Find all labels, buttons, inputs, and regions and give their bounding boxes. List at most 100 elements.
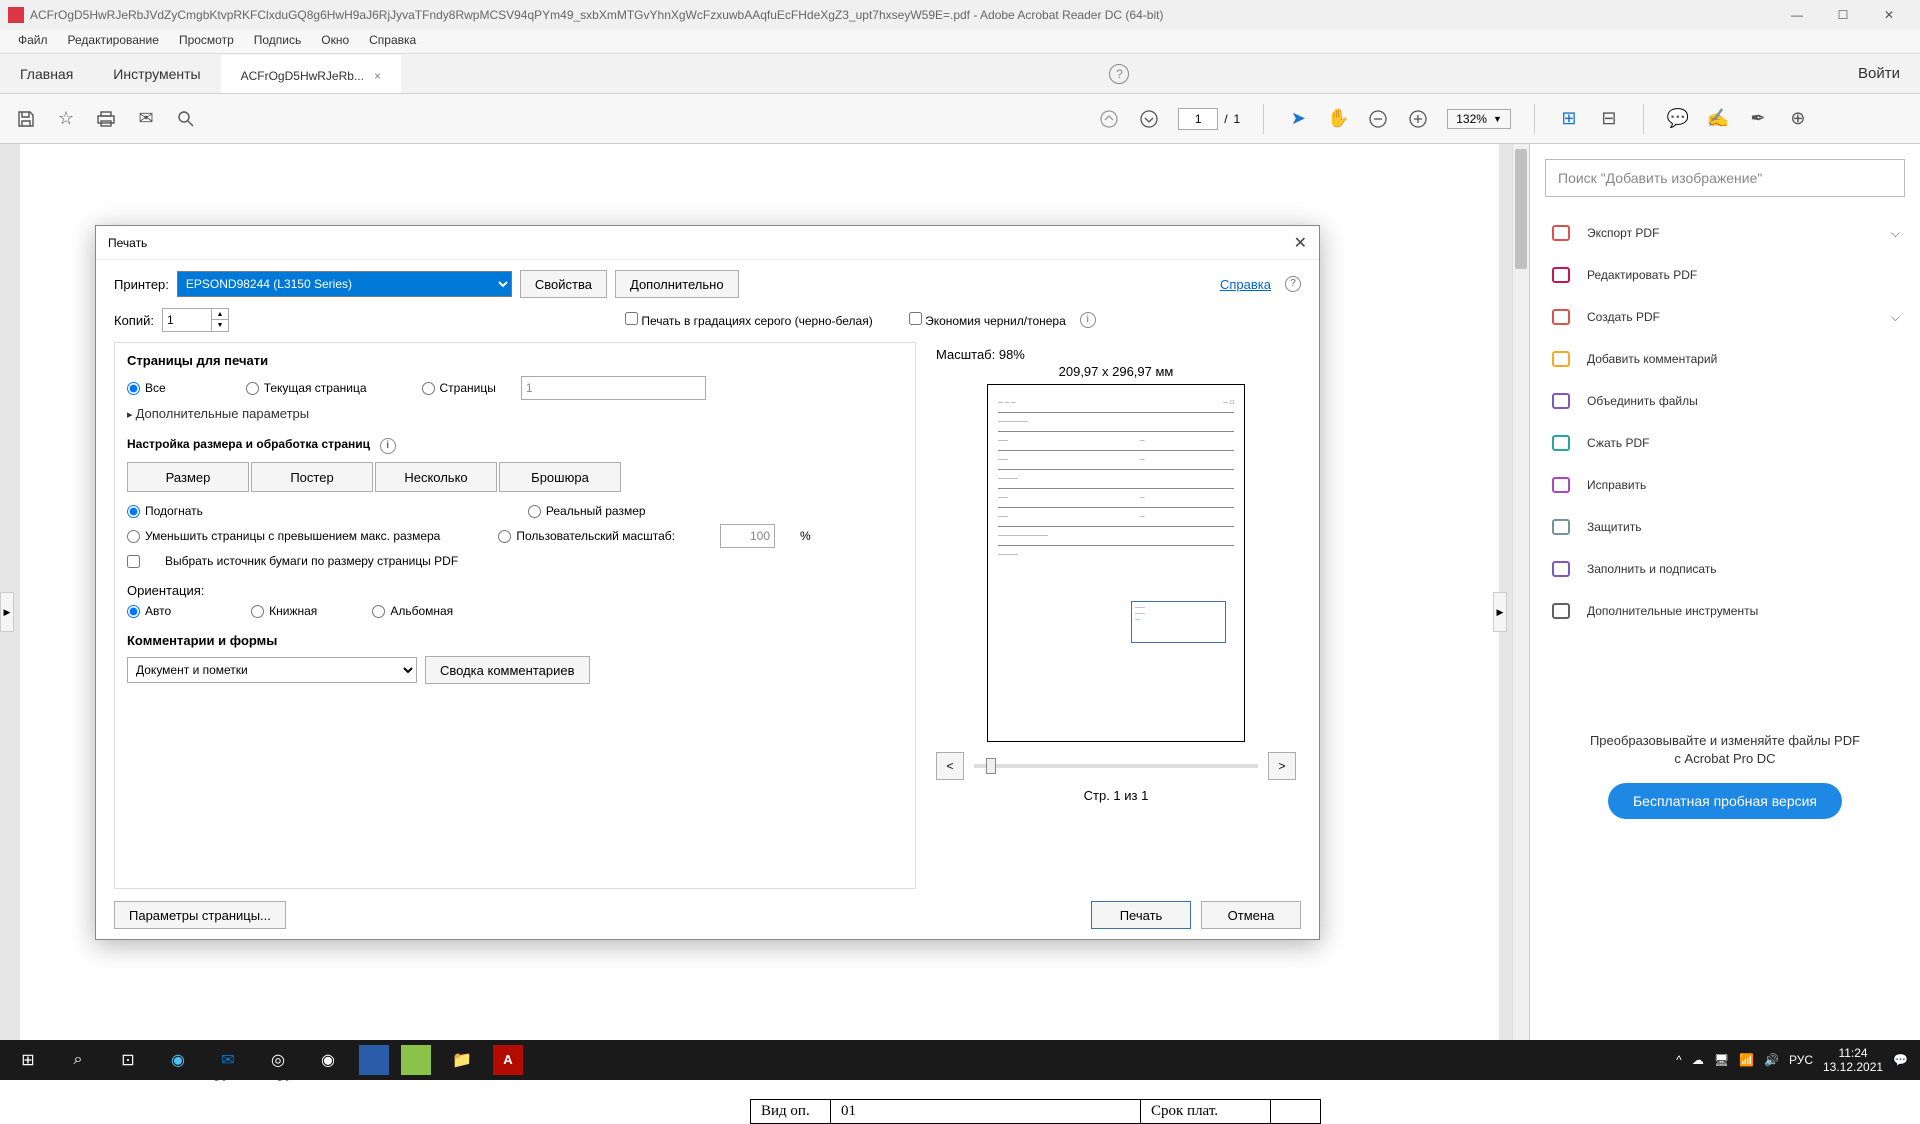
radio-custom[interactable]: Пользовательский масштаб: [498,529,675,543]
explorer-icon[interactable]: 📁 [438,1040,486,1080]
tray-wifi-icon[interactable]: 📶 [1739,1053,1754,1067]
tool-item-6[interactable]: Исправить [1545,464,1905,506]
save-icon[interactable] [15,108,37,130]
properties-button[interactable]: Свойства [520,270,607,298]
tool-item-8[interactable]: Заполнить и подписать [1545,548,1905,590]
mail-app-icon[interactable]: ✉ [204,1040,252,1080]
page-up-icon[interactable] [1098,108,1120,130]
pointer-icon[interactable]: ➤ [1287,108,1309,130]
comment-icon[interactable]: 💬 [1667,108,1689,130]
tray-up-icon[interactable]: ^ [1676,1053,1682,1067]
tab-document[interactable]: ACFrOgD5HwRJeRb...× [221,55,401,93]
scrollbar[interactable] [1512,144,1529,1040]
help-icon[interactable]: ? [1109,64,1129,84]
close-button[interactable]: ✕ [1866,0,1912,30]
tool-item-9[interactable]: Дополнительные инструменты [1545,590,1905,632]
tray-cloud-icon[interactable]: ☁ [1692,1053,1704,1067]
minimize-button[interactable]: — [1774,0,1820,30]
page-input[interactable] [1178,108,1218,130]
papersource-checkbox[interactable]: Выбрать источник бумаги по размеру стран… [127,554,903,568]
page-down-icon[interactable] [1138,108,1160,130]
radio-all[interactable]: Все [127,381,166,395]
menu-edit[interactable]: Редактирование [58,30,169,53]
radio-landscape[interactable]: Альбомная [372,604,453,618]
radio-pages[interactable]: Страницы [422,381,496,395]
comments-select[interactable]: Документ и пометки [127,657,417,683]
radio-fit[interactable]: Подогнать [127,504,203,518]
tray-net-icon[interactable]: 🖥 [1714,1053,1729,1067]
booklet-button[interactable]: Брошюра [499,462,621,492]
zoom-in-icon[interactable] [1407,108,1429,130]
maximize-button[interactable]: ☐ [1820,0,1866,30]
dell-icon[interactable]: ◎ [254,1040,302,1080]
left-panel-toggle[interactable]: ▶ [0,592,14,632]
tool-item-4[interactable]: Объединить файлы [1545,380,1905,422]
app1-icon[interactable] [359,1045,389,1075]
more-tools-icon[interactable]: ⊕ [1787,108,1809,130]
tab-tools[interactable]: Инструменты [93,56,220,92]
radio-shrink[interactable]: Уменьшить страницы с превышением макс. р… [127,529,440,543]
star-icon[interactable]: ☆ [55,108,77,130]
taskbar-search-icon[interactable]: ⌕ [54,1040,102,1080]
print-button[interactable]: Печать [1091,901,1191,929]
radio-actual[interactable]: Реальный размер [528,504,646,518]
menu-sign[interactable]: Подпись [244,30,312,53]
fit-width-icon[interactable]: ⊞ [1558,108,1580,130]
print-icon[interactable] [95,108,117,130]
copies-spinner[interactable]: ▲▼ [162,308,229,332]
menu-help[interactable]: Справка [359,30,426,53]
radio-current[interactable]: Текущая страница [246,381,367,395]
comments-summary-button[interactable]: Сводка комментариев [425,656,590,684]
menu-window[interactable]: Окно [311,30,359,53]
page-setup-button[interactable]: Параметры страницы... [114,901,286,929]
grayscale-checkbox[interactable]: Печать в градациях серого (черно-белая) [625,312,873,328]
radio-portrait[interactable]: Книжная [251,604,317,618]
start-button[interactable]: ⊞ [4,1040,52,1080]
menu-view[interactable]: Просмотр [169,30,244,53]
multiple-button[interactable]: Несколько [375,462,497,492]
tool-item-1[interactable]: Редактировать PDF [1545,254,1905,296]
highlight-icon[interactable]: ✍ [1707,108,1729,130]
menu-file[interactable]: Файл [8,30,58,53]
tool-item-3[interactable]: Добавить комментарий [1545,338,1905,380]
radio-auto[interactable]: Авто [127,604,171,618]
zoom-dropdown[interactable]: 132%▼ [1447,109,1511,129]
size-button[interactable]: Размер [127,462,249,492]
tab-close-icon[interactable]: × [374,69,381,83]
search-icon[interactable] [175,108,197,130]
preview-prev-button[interactable]: < [936,752,964,780]
pages-input[interactable] [521,376,706,400]
tool-item-2[interactable]: Создать PDF⌵ [1545,296,1905,338]
poster-button[interactable]: Постер [251,462,373,492]
tool-item-5[interactable]: Сжать PDF [1545,422,1905,464]
edge-icon[interactable]: ◉ [154,1040,202,1080]
printer-select[interactable]: EPSOND98244 (L3150 Series) [177,271,512,297]
toner-info-icon[interactable]: i [1080,312,1096,328]
tray-clock[interactable]: 11:2413.12.2021 [1823,1046,1883,1075]
app2-icon[interactable] [401,1045,431,1075]
tray-sound-icon[interactable]: 🔊 [1764,1053,1779,1067]
right-panel-toggle[interactable]: ▶ [1493,592,1507,632]
fit-page-icon[interactable]: ⊟ [1598,108,1620,130]
zoom-out-icon[interactable] [1367,108,1389,130]
advanced-button[interactable]: Дополнительно [615,270,739,298]
search-tools-input[interactable]: Поиск "Добавить изображение" [1545,159,1905,197]
tab-home[interactable]: Главная [0,56,93,92]
tool-item-7[interactable]: Защитить [1545,506,1905,548]
tray-lang[interactable]: РУС [1789,1053,1813,1067]
preview-next-button[interactable]: > [1268,752,1296,780]
acrobat-taskbar-icon[interactable]: A [493,1045,523,1075]
login-button[interactable]: Войти [1858,65,1900,82]
mail-icon[interactable]: ✉ [135,108,157,130]
cancel-button[interactable]: Отмена [1201,901,1301,929]
sign-icon[interactable]: ✒ [1747,108,1769,130]
savetoner-checkbox[interactable]: Экономия чернил/тонера [909,312,1066,328]
chrome-icon[interactable]: ◉ [304,1040,352,1080]
tray-notifications-icon[interactable]: 💬 [1893,1053,1908,1067]
tool-item-0[interactable]: Экспорт PDF⌵ [1545,212,1905,254]
preview-slider[interactable] [974,764,1258,768]
taskview-icon[interactable]: ⊡ [104,1040,152,1080]
hand-icon[interactable]: ✋ [1327,108,1349,130]
trial-button[interactable]: Бесплатная пробная версия [1608,783,1842,819]
custom-scale-input[interactable] [720,524,775,548]
